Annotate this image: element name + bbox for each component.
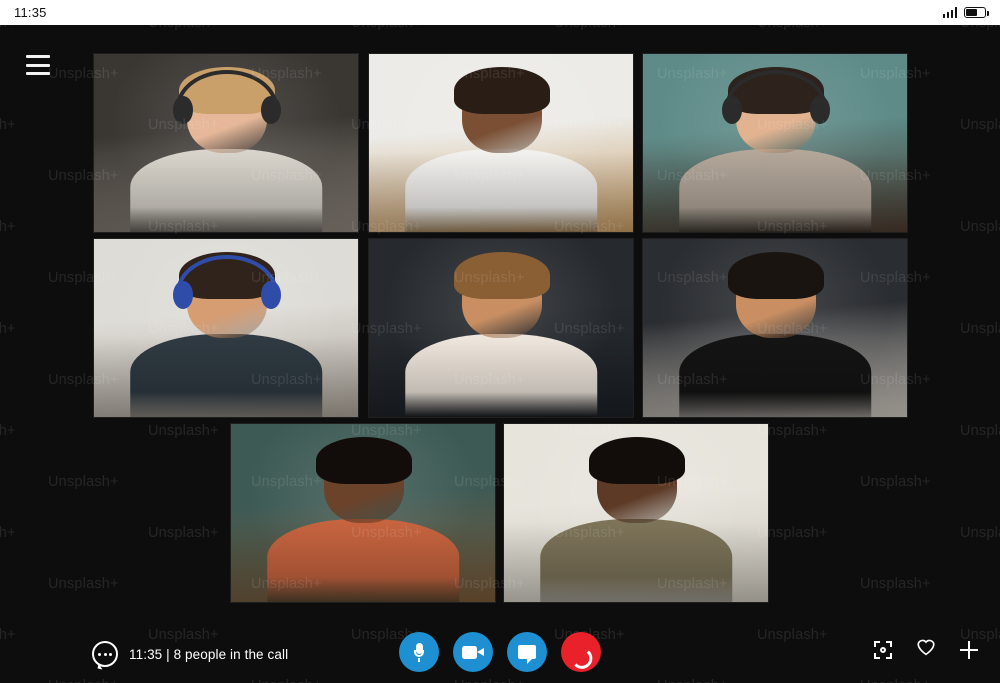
camera-button[interactable] bbox=[453, 632, 493, 672]
chat-bubble-dots-icon[interactable] bbox=[92, 641, 118, 667]
phone-hangup-icon bbox=[571, 646, 597, 673]
participant-tile-5[interactable] bbox=[368, 238, 634, 418]
participant-tile-6[interactable] bbox=[642, 238, 908, 418]
battery-icon bbox=[964, 7, 989, 18]
call-info-label: 11:35 | 8 people in the call bbox=[129, 646, 289, 662]
microphone-icon bbox=[414, 642, 424, 662]
secondary-actions bbox=[874, 638, 978, 661]
call-controls bbox=[399, 632, 601, 673]
participant-tile-8[interactable] bbox=[503, 423, 769, 603]
status-bar-clock: 11:35 bbox=[14, 5, 47, 20]
participant-video-2 bbox=[369, 54, 633, 232]
participant-tile-4[interactable] bbox=[93, 238, 359, 418]
call-info[interactable]: 11:35 | 8 people in the call bbox=[92, 641, 288, 667]
plus-icon[interactable] bbox=[960, 640, 978, 659]
participant-tile-7[interactable] bbox=[230, 423, 496, 603]
participant-tile-2[interactable] bbox=[368, 53, 634, 233]
chat-bubble-icon bbox=[518, 645, 536, 664]
status-bar: 11:35 bbox=[0, 0, 1000, 25]
participant-tile-3[interactable] bbox=[642, 53, 908, 233]
call-toolbar: 11:35 | 8 people in the call bbox=[0, 621, 1000, 683]
video-camera-icon bbox=[462, 645, 484, 659]
microphone-button[interactable] bbox=[399, 632, 439, 672]
participant-video-1 bbox=[94, 54, 358, 232]
hamburger-menu-icon[interactable] bbox=[26, 55, 50, 75]
participant-tile-1[interactable] bbox=[93, 53, 359, 233]
participant-video-4 bbox=[94, 239, 358, 417]
participant-video-3 bbox=[643, 54, 907, 232]
participant-video-5 bbox=[369, 239, 633, 417]
status-bar-indicators bbox=[942, 7, 989, 18]
participant-video-7 bbox=[231, 424, 495, 602]
participant-video-6 bbox=[643, 239, 907, 417]
chat-button[interactable] bbox=[507, 632, 547, 672]
hangup-button[interactable] bbox=[561, 632, 601, 673]
participant-video-8 bbox=[504, 424, 768, 602]
heart-icon[interactable] bbox=[916, 638, 936, 661]
video-call-stage bbox=[0, 25, 1000, 683]
camera-focus-icon[interactable] bbox=[874, 640, 892, 659]
signal-bars-icon bbox=[942, 7, 957, 18]
